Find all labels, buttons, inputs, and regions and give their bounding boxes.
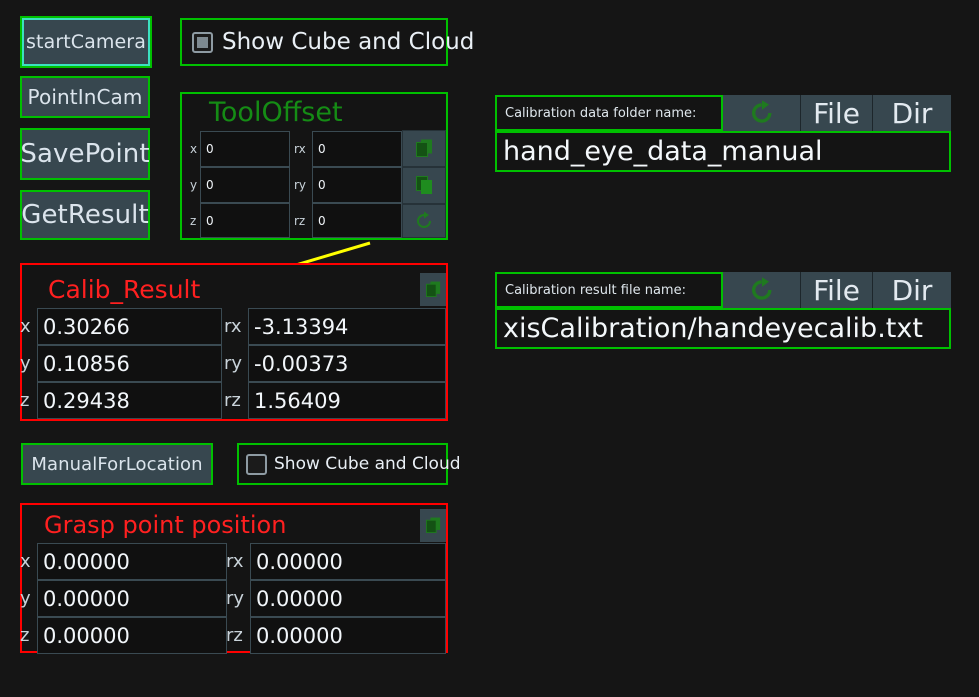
calib-result-label-ry: ry (224, 353, 243, 374)
tool-offset-label-ry: ry (294, 178, 307, 192)
show-cube-and-cloud-label-bottom: Show Cube and Cloud (274, 454, 461, 474)
show-cube-and-cloud-checkbox-bottom[interactable]: Show Cube and Cloud (239, 445, 461, 483)
tool-offset-input-rz[interactable]: 0 (312, 203, 402, 238)
copy-icon (415, 139, 432, 157)
get-result-button[interactable]: GetResult (20, 190, 150, 240)
manual-for-location-button[interactable]: ManualForLocation (21, 443, 213, 485)
grasp-point-value-rz[interactable]: 0.00000 (250, 617, 446, 654)
calibration-data-folder-input[interactable]: hand_eye_data_manual (495, 131, 951, 172)
file-button-label-result: File (813, 273, 860, 307)
calib-result-value-y[interactable]: 0.10856 (37, 345, 222, 382)
tool-offset-input-ry[interactable]: 0 (312, 167, 402, 203)
tool-offset-copy-button[interactable] (402, 130, 446, 167)
grasp-point-value-ry[interactable]: 0.00000 (250, 580, 446, 617)
calib-result-label-rx: rx (224, 316, 242, 337)
grasp-point-label-x: x (20, 551, 31, 572)
checkbox-check-mark-top (197, 36, 208, 48)
tool-offset-input-rx[interactable]: 0 (312, 131, 402, 167)
grasp-point-label-rx: rx (226, 551, 244, 572)
grasp-point-label-z: z (20, 625, 30, 646)
start-camera-button[interactable]: startCamera (20, 16, 152, 68)
checkbox-box-top[interactable] (192, 31, 213, 53)
manual-for-location-button-label: ManualForLocation (31, 453, 203, 475)
calib-result-label-z: z (20, 390, 30, 411)
calibration-result-file-label: Calibration result file name: (495, 272, 723, 308)
grasp-point-label-rz: rz (226, 625, 243, 646)
calibration-result-file-dir-button[interactable]: Dir (873, 272, 951, 308)
show-cube-cloud-panel-top: Show Cube and Cloud (180, 18, 474, 66)
file-button-label-folder: File (813, 96, 860, 130)
show-cube-and-cloud-checkbox-top[interactable]: Show Cube and Cloud (182, 20, 474, 64)
refresh-icon (751, 277, 771, 300)
point-in-cam-button-label: PointInCam (27, 85, 143, 109)
calib-result-value-x[interactable]: 0.30266 (37, 308, 222, 345)
save-point-button[interactable]: SavePoint (20, 128, 150, 180)
grasp-point-label-ry: ry (226, 588, 245, 609)
grasp-point-copy-button[interactable] (420, 509, 446, 542)
grasp-point-title: Grasp point position (44, 511, 287, 539)
calibration-data-folder-dir-button[interactable]: Dir (873, 95, 951, 131)
calibration-data-folder-file-button[interactable]: File (801, 95, 873, 131)
save-point-button-label: SavePoint (20, 139, 150, 169)
calibration-data-folder-label: Calibration data folder name: (495, 95, 723, 131)
point-in-cam-button[interactable]: PointInCam (20, 76, 150, 118)
tool-offset-title: ToolOffset (209, 97, 343, 128)
calib-result-value-rx[interactable]: -3.13394 (248, 308, 446, 345)
grasp-point-value-z[interactable]: 0.00000 (37, 617, 227, 654)
get-result-button-label: GetResult (21, 200, 149, 230)
paste-icon (415, 176, 432, 194)
tool-offset-input-y[interactable]: 0 (200, 167, 290, 203)
grasp-point-label-y: y (20, 588, 31, 609)
dir-button-label-result: Dir (891, 273, 933, 307)
refresh-icon (751, 100, 771, 123)
start-camera-button-label: startCamera (26, 31, 146, 53)
calib-result-value-ry[interactable]: -0.00373 (248, 345, 446, 382)
show-cube-cloud-panel-bottom: Show Cube and Cloud (237, 443, 461, 485)
tool-offset-label-rz: rz (294, 213, 306, 228)
dir-button-label-folder: Dir (891, 96, 933, 130)
checkbox-box-bottom[interactable] (246, 453, 267, 475)
refresh-icon (417, 211, 431, 228)
tool-offset-refresh-button[interactable] (402, 204, 446, 238)
tool-offset-input-z[interactable]: 0 (200, 203, 290, 238)
copy-icon (425, 281, 440, 297)
calib-result-copy-button[interactable] (420, 273, 446, 306)
grasp-point-value-x[interactable]: 0.00000 (37, 543, 227, 580)
tool-offset-input-x[interactable]: 0 (200, 131, 290, 167)
show-cube-and-cloud-label-top: Show Cube and Cloud (222, 29, 475, 55)
tool-offset-label-rx: rx (294, 142, 306, 156)
calib-result-value-rz[interactable]: 1.56409 (248, 382, 446, 419)
grasp-point-value-rx[interactable]: 0.00000 (250, 543, 446, 580)
calib-result-label-y: y (20, 353, 31, 374)
tool-offset-paste-button[interactable] (402, 167, 446, 204)
grasp-point-value-y[interactable]: 0.00000 (37, 580, 227, 617)
calibration-result-file-refresh-button[interactable] (723, 272, 801, 308)
calib-result-value-z[interactable]: 0.29438 (37, 382, 222, 419)
calibration-data-folder-refresh-button[interactable] (723, 95, 801, 131)
calib-result-label-rz: rz (224, 390, 241, 411)
copy-icon (425, 517, 440, 533)
calib-result-title: Calib_Result (48, 275, 201, 304)
calibration-result-file-file-button[interactable]: File (801, 272, 873, 308)
calibration-result-file-input[interactable]: xisCalibration/handeyecalib.txt (495, 308, 951, 349)
calib-result-label-x: x (20, 316, 31, 337)
